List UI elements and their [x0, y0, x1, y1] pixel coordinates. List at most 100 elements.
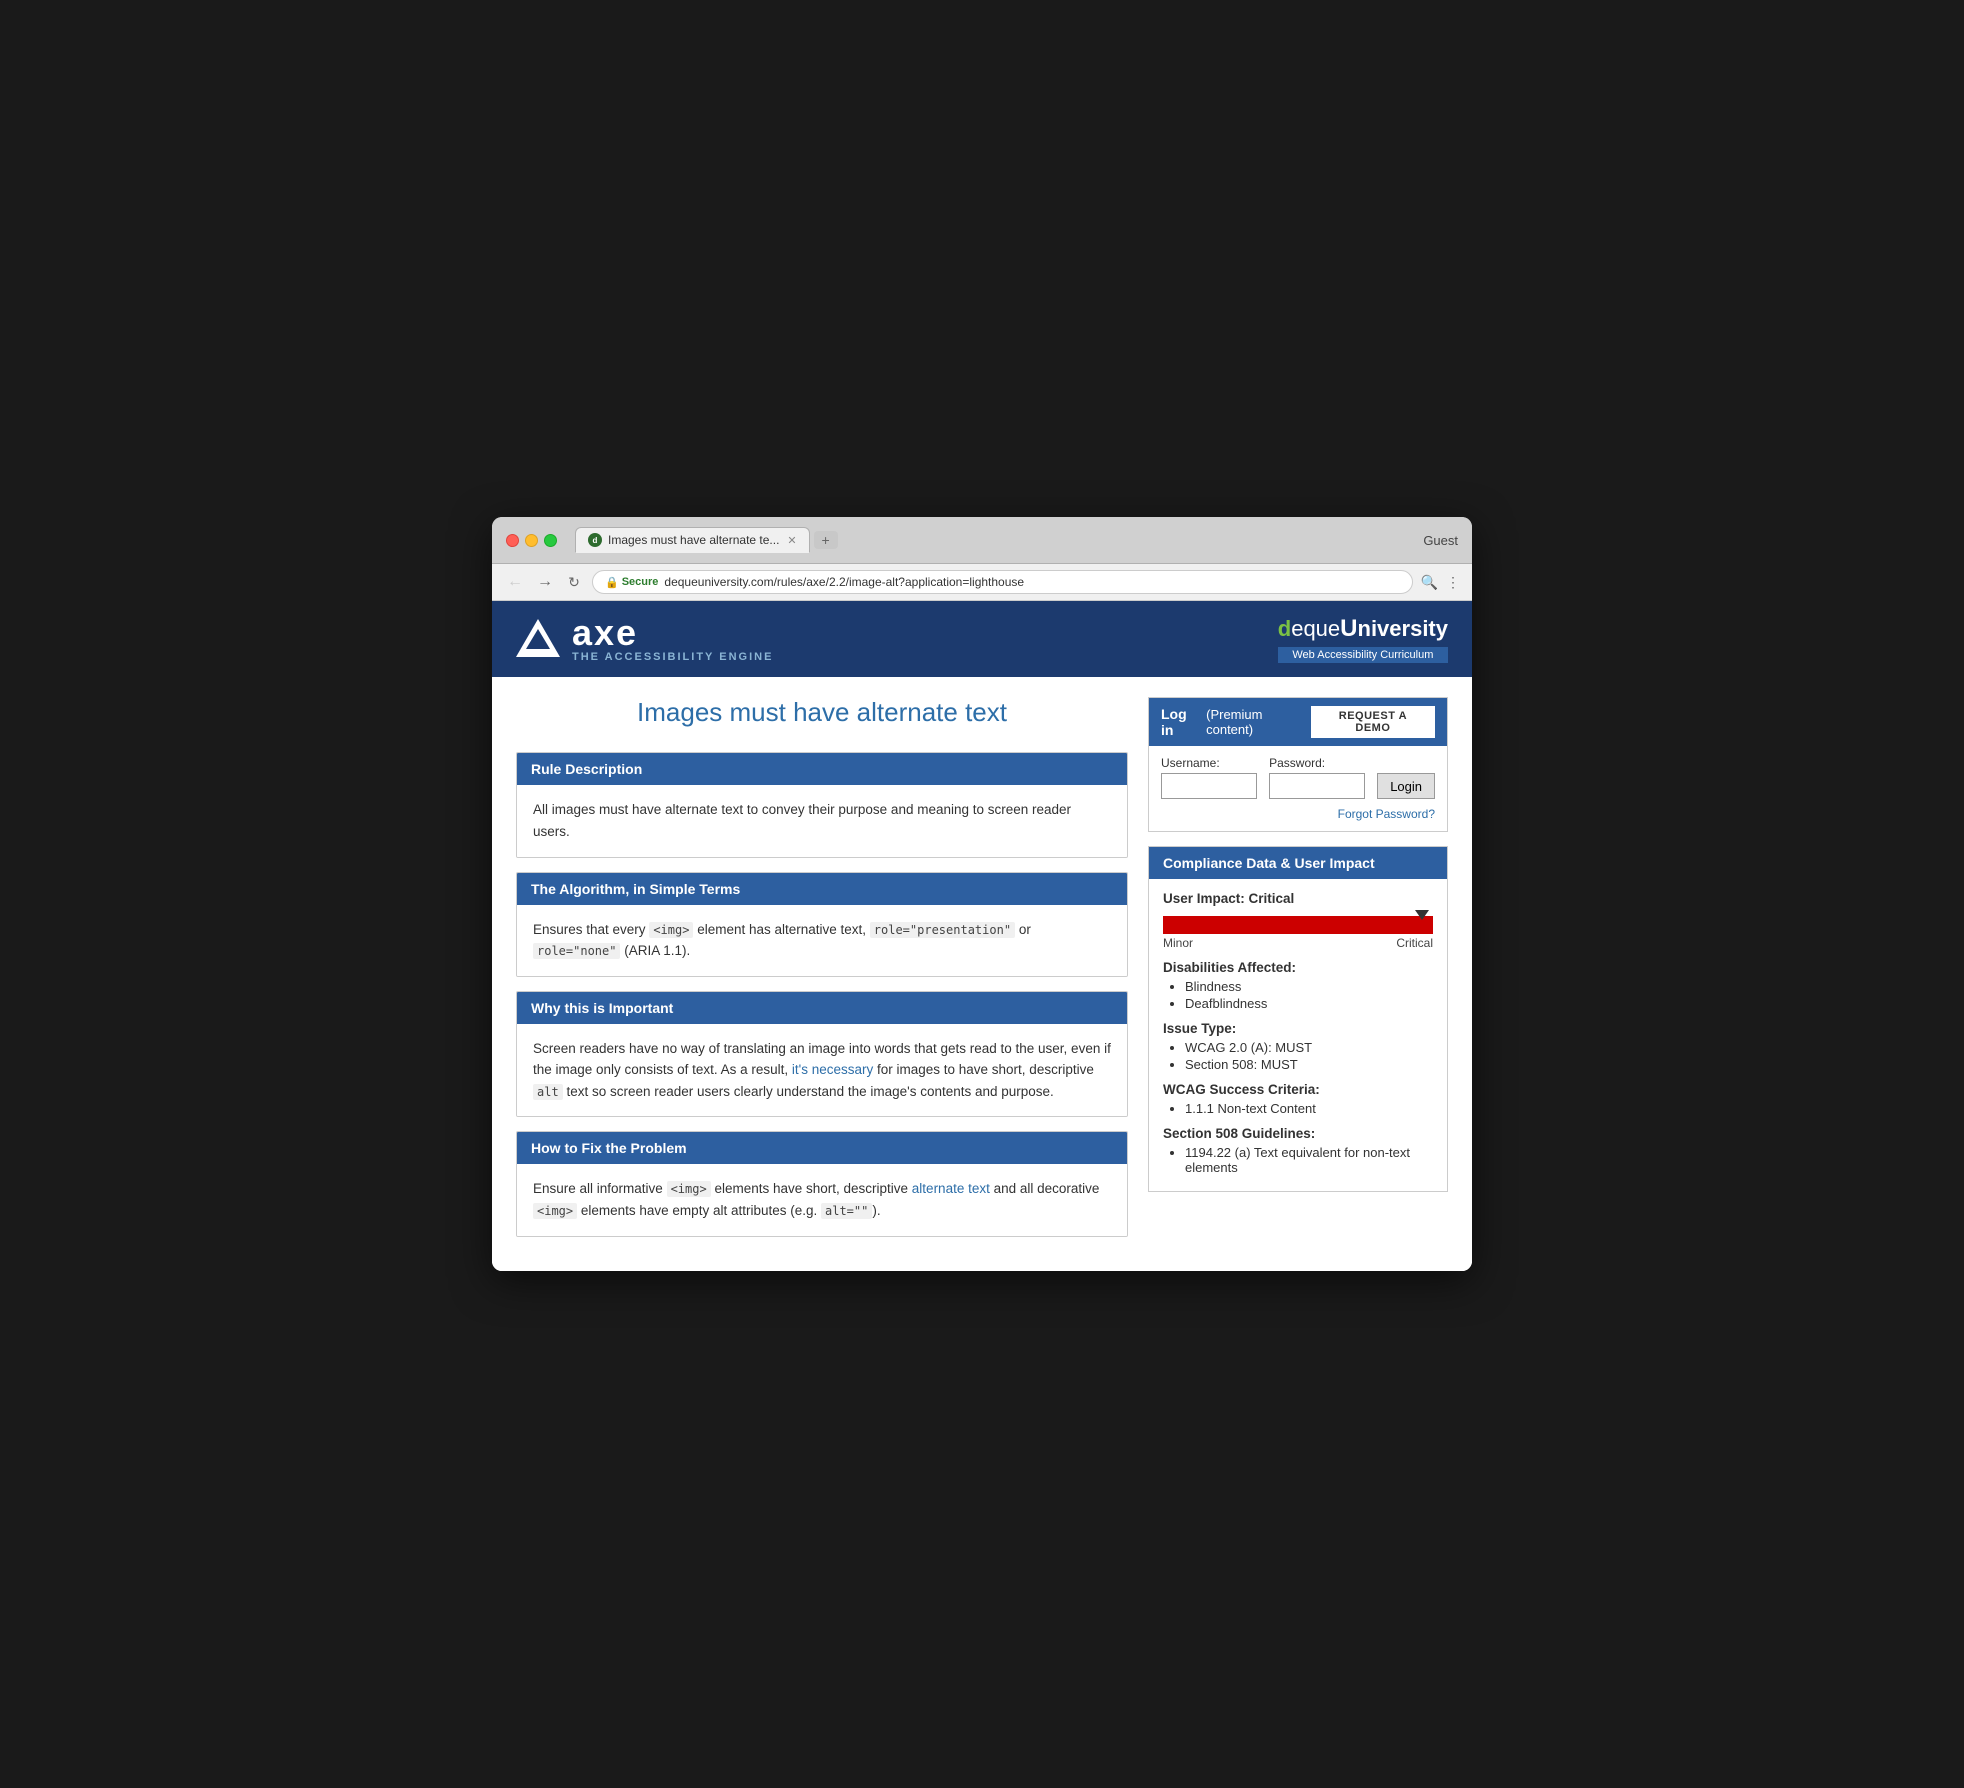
login-box: Log in (Premium content) REQUEST A DEMO …: [1148, 697, 1448, 832]
disabilities-heading: Disabilities Affected:: [1163, 960, 1433, 975]
back-button[interactable]: ←: [504, 571, 526, 593]
close-button[interactable]: [506, 534, 519, 547]
deque-eque: eque: [1291, 616, 1340, 641]
search-icon[interactable]: 🔍: [1421, 574, 1438, 591]
deque-subtitle: Web Accessibility Curriculum: [1278, 647, 1448, 663]
login-header-left: Log in (Premium content): [1161, 706, 1311, 738]
user-impact-label: User Impact: Critical: [1163, 891, 1433, 906]
forgot-password-link[interactable]: Forgot Password?: [1161, 807, 1435, 821]
login-button[interactable]: Login: [1377, 773, 1435, 799]
impact-indicator: [1415, 910, 1429, 920]
rule-description-header: Rule Description: [517, 753, 1127, 785]
login-title: Log in: [1161, 706, 1202, 738]
impact-bar-track: [1163, 916, 1433, 934]
section508-list: 1194.22 (a) Text equivalent for non-text…: [1185, 1145, 1433, 1175]
issue-type-heading: Issue Type:: [1163, 1021, 1433, 1036]
deque-d: d: [1278, 616, 1291, 641]
role-none-code: role="none": [533, 943, 620, 959]
tab-title: Images must have alternate te...: [608, 533, 779, 547]
url-path: /rules/axe/2.2/image-alt?application=lig…: [774, 575, 1025, 589]
login-subtitle: (Premium content): [1206, 707, 1311, 737]
img-code-2: <img>: [667, 1181, 711, 1197]
new-tab-button[interactable]: +: [814, 531, 838, 549]
minimize-button[interactable]: [525, 534, 538, 547]
tab-favicon: d: [588, 533, 602, 547]
why-important-text: Screen readers have no way of translatin…: [533, 1038, 1111, 1103]
compliance-body: User Impact: Critical Minor Critical: [1149, 879, 1447, 1191]
url-text: dequeuniversity.com/rules/axe/2.2/image-…: [664, 575, 1024, 589]
list-item: Blindness: [1185, 979, 1433, 994]
browser-window: d Images must have alternate te... ✕ + G…: [492, 517, 1472, 1270]
tab-close-button[interactable]: ✕: [787, 534, 796, 547]
triangle-outer: [516, 619, 560, 657]
alternate-text-link[interactable]: alternate text: [912, 1181, 990, 1196]
how-to-fix-body: Ensure all informative <img> elements ha…: [517, 1164, 1127, 1235]
issue-type-section: Issue Type: WCAG 2.0 (A): MUST Section 5…: [1163, 1021, 1433, 1072]
algorithm-header: The Algorithm, in Simple Terms: [517, 873, 1127, 905]
site-header: axe THE ACCESSIBILITY ENGINE dequeUniver…: [492, 601, 1472, 677]
axe-tagline: THE ACCESSIBILITY ENGINE: [572, 651, 773, 663]
browser-titlebar: d Images must have alternate te... ✕ + G…: [492, 517, 1472, 564]
maximize-button[interactable]: [544, 534, 557, 547]
browser-toolbar: ← → ↻ 🔒 Secure dequeuniversity.com/rules…: [492, 564, 1472, 601]
rule-description-section: Rule Description All images must have al…: [516, 752, 1128, 857]
axe-logo-text: axe THE ACCESSIBILITY ENGINE: [572, 615, 773, 663]
how-to-fix-header: How to Fix the Problem: [517, 1132, 1127, 1164]
deque-university-name: dequeUniversity: [1278, 615, 1448, 643]
img-code-3: <img>: [533, 1203, 577, 1219]
disabilities-section: Disabilities Affected: Blindness Deafbli…: [1163, 960, 1433, 1011]
page-title: Images must have alternate text: [516, 697, 1128, 728]
password-input[interactable]: [1269, 773, 1365, 799]
section508-heading: Section 508 Guidelines:: [1163, 1126, 1433, 1141]
list-item: Deafblindness: [1185, 996, 1433, 1011]
algorithm-body: Ensures that every <img> element has alt…: [517, 905, 1127, 976]
refresh-button[interactable]: ↻: [564, 572, 584, 592]
why-important-body: Screen readers have no way of translatin…: [517, 1024, 1127, 1117]
tab-bar: d Images must have alternate te... ✕ +: [575, 527, 1405, 553]
deque-U: U: [1340, 615, 1357, 642]
section508-section: Section 508 Guidelines: 1194.22 (a) Text…: [1163, 1126, 1433, 1175]
why-important-header: Why this is Important: [517, 992, 1127, 1024]
img-code-1: <img>: [649, 922, 693, 938]
disabilities-list: Blindness Deafblindness: [1185, 979, 1433, 1011]
logo-area: axe THE ACCESSIBILITY ENGINE: [516, 615, 773, 663]
username-field: Username:: [1161, 756, 1257, 799]
impact-max-label: Critical: [1396, 936, 1433, 950]
wcag-section: WCAG Success Criteria: 1.1.1 Non-text Co…: [1163, 1082, 1433, 1116]
password-label: Password:: [1269, 756, 1365, 770]
how-to-fix-section: How to Fix the Problem Ensure all inform…: [516, 1131, 1128, 1236]
algorithm-text: Ensures that every <img> element has alt…: [533, 919, 1111, 962]
compliance-header: Compliance Data & User Impact: [1149, 847, 1447, 879]
wcag-list: 1.1.1 Non-text Content: [1185, 1101, 1433, 1116]
menu-icon[interactable]: ⋮: [1446, 574, 1460, 591]
axe-name: axe: [572, 615, 773, 651]
user-label: Guest: [1423, 533, 1458, 548]
impact-bar-container: Minor Critical: [1163, 916, 1433, 950]
role-presentation-code: role="presentation": [870, 922, 1015, 938]
traffic-lights: [506, 534, 557, 547]
left-column: Images must have alternate text Rule Des…: [516, 697, 1148, 1250]
username-label: Username:: [1161, 756, 1257, 770]
impact-min-label: Minor: [1163, 936, 1193, 950]
list-item: Section 508: MUST: [1185, 1057, 1433, 1072]
active-tab[interactable]: d Images must have alternate te... ✕: [575, 527, 810, 553]
algorithm-section: The Algorithm, in Simple Terms Ensures t…: [516, 872, 1128, 977]
axe-logo-icon: [516, 619, 560, 659]
main-body: Images must have alternate text Rule Des…: [492, 677, 1472, 1270]
login-row: Username: Password: Login: [1161, 756, 1435, 799]
how-to-fix-text: Ensure all informative <img> elements ha…: [533, 1178, 1111, 1221]
alt-empty-code: alt="": [821, 1203, 872, 1219]
compliance-box: Compliance Data & User Impact User Impac…: [1148, 846, 1448, 1192]
url-domain: dequeuniversity.com: [664, 575, 773, 589]
username-input[interactable]: [1161, 773, 1257, 799]
lock-icon: 🔒: [605, 576, 619, 589]
alt-code: alt: [533, 1084, 563, 1100]
address-bar[interactable]: 🔒 Secure dequeuniversity.com/rules/axe/2…: [592, 570, 1413, 594]
secure-badge: 🔒 Secure: [605, 576, 658, 589]
triangle-inner: [526, 629, 550, 649]
rule-description-text: All images must have alternate text to c…: [533, 799, 1111, 842]
deque-niversity: niversity: [1358, 616, 1449, 641]
forward-button[interactable]: →: [534, 571, 556, 593]
request-demo-button[interactable]: REQUEST A DEMO: [1311, 706, 1435, 738]
its-necessary-link[interactable]: it's necessary: [792, 1062, 873, 1077]
